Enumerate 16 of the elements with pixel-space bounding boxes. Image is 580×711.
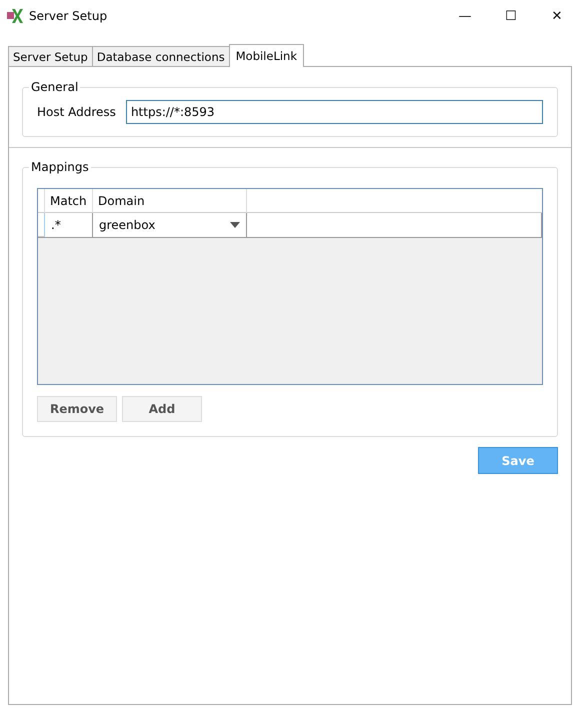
- window-control-button[interactable]: —: [442, 0, 488, 32]
- row-header[interactable]: [38, 213, 45, 237]
- caret-icon: [230, 222, 240, 228]
- tab[interactable]: Database connections: [92, 46, 230, 66]
- field-label: Host Address: [37, 105, 116, 119]
- grid-action-button[interactable]: Remove: [37, 396, 117, 422]
- grid-action-button[interactable]: Add: [122, 396, 202, 422]
- window-control-button[interactable]: ✕: [534, 0, 580, 32]
- tab[interactable]: MobileLink: [228, 44, 304, 67]
- window-title: Server Setup: [29, 9, 108, 23]
- tab[interactable]: Server Setup: [8, 46, 93, 66]
- group-title: Mappings: [30, 160, 90, 174]
- window-control-button[interactable]: ☐: [488, 0, 534, 32]
- host-address-field[interactable]: https://*:8593: [126, 100, 543, 124]
- app-logo-icon: [7, 8, 23, 24]
- group-title: General: [30, 80, 80, 94]
